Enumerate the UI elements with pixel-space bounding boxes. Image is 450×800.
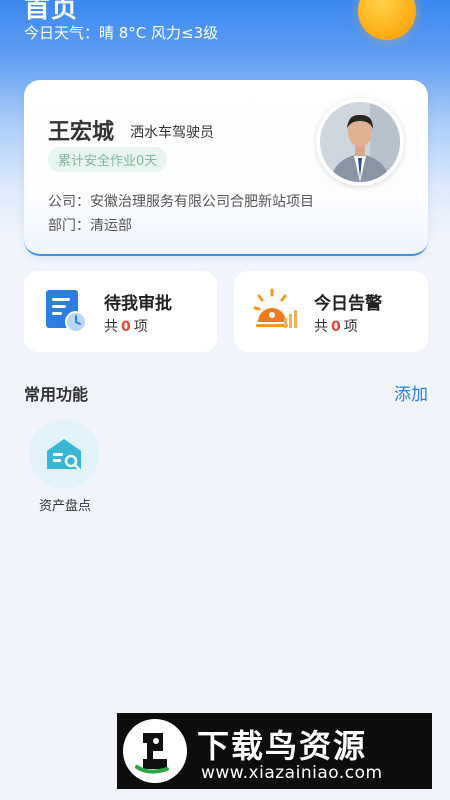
- approval-count-suffix: 项: [133, 319, 148, 335]
- avatar[interactable]: [316, 98, 404, 186]
- asset-inventory-icon-bg: [29, 419, 99, 489]
- user-role: 洒水车驾驶员: [130, 125, 214, 141]
- approval-count: 共0项: [104, 316, 148, 336]
- watermark-banner: 下载鸟资源 www.xiazainiao.com: [117, 713, 432, 789]
- alarm-count-number: 0: [331, 319, 341, 335]
- user-name: 王宏城: [48, 120, 115, 145]
- today-alarm-card[interactable]: 今日告警 共0项: [234, 271, 428, 352]
- add-function-button[interactable]: 添加: [394, 380, 428, 405]
- bird-logo-icon: [125, 721, 185, 781]
- approval-count-number: 0: [121, 319, 131, 335]
- alarm-title: 今日告警: [314, 294, 382, 314]
- weather-info: 今日天气：晴 8°C 风力≤3级: [24, 24, 219, 42]
- alarm-count-prefix: 共: [314, 319, 328, 335]
- department-info: 部门：清运部: [48, 218, 132, 234]
- function-label: 资产盘点: [38, 499, 91, 514]
- pending-approval-card[interactable]: 待我审批 共0项: [24, 271, 217, 352]
- profile-card[interactable]: 王宏城 洒水车驾驶员 累计安全作业0天 公司：安徽治理服务有限公司合肥新站项目 …: [24, 80, 428, 256]
- approval-title: 待我审批: [104, 294, 172, 314]
- watermark-url: www.xiazainiao.com: [201, 763, 383, 783]
- watermark-title: 下载鸟资源: [197, 727, 368, 765]
- user-photo-icon: [320, 102, 400, 182]
- alarm-count-suffix: 项: [343, 319, 358, 335]
- company-info: 公司：安徽治理服务有限公司合肥新站项目: [48, 194, 314, 210]
- approval-count-prefix: 共: [104, 319, 118, 335]
- common-functions-title: 常用功能: [24, 385, 89, 404]
- function-item-asset-inventory[interactable]: 资产盘点: [29, 419, 101, 514]
- document-clock-icon: [46, 290, 87, 333]
- sun-alert-icon: [254, 288, 297, 328]
- alarm-count: 共0项: [314, 316, 358, 336]
- safety-days-badge: 累计安全作业0天: [48, 147, 168, 172]
- asset-inventory-icon: [47, 439, 81, 471]
- watermark-logo: [123, 719, 187, 783]
